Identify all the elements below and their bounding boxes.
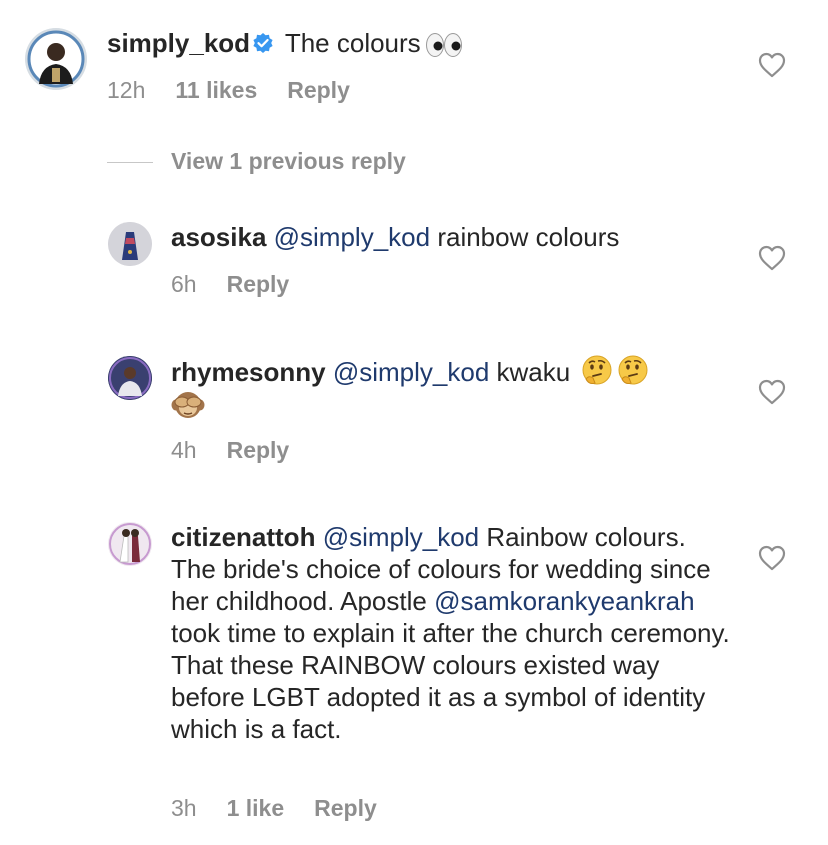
likes-count[interactable]: 11 likes (175, 77, 257, 103)
reply-button[interactable]: Reply (227, 437, 290, 463)
avatar[interactable] (108, 222, 152, 266)
like-heart-icon[interactable] (758, 245, 786, 271)
reply-button[interactable]: Reply (227, 271, 290, 297)
avatar[interactable] (25, 28, 87, 90)
see-no-evil-monkey-emoji-icon (171, 388, 205, 425)
username[interactable]: rhymesonny (171, 357, 326, 387)
mention-link[interactable]: @simply_kod (323, 522, 479, 552)
like-heart-icon[interactable] (758, 545, 786, 571)
username[interactable]: asosika (171, 222, 266, 252)
mention-link[interactable]: @simply_kod (274, 222, 430, 252)
divider-line (107, 162, 153, 164)
thinking-face-emoji-icon (581, 355, 613, 394)
user-photo-icon (108, 222, 152, 266)
reply-button[interactable]: Reply (287, 77, 350, 103)
reply-button[interactable]: Reply (314, 795, 377, 821)
verified-badge-icon (252, 29, 274, 61)
reply-meta: 4h Reply (171, 437, 319, 464)
comment-text: The colours (284, 28, 421, 58)
reply-body: rhymesonny @simply_kod kwaku (171, 355, 649, 394)
comment-meta: 12h 11 likes Reply (107, 77, 380, 104)
reply-text: rainbow colours (437, 222, 620, 252)
reply-body: asosika @simply_kod rainbow colours (171, 221, 619, 253)
username[interactable]: simply_kod (107, 28, 250, 58)
user-photo-icon (108, 522, 152, 566)
eyes-emoji-icon (425, 32, 463, 65)
timestamp: 3h (171, 795, 197, 821)
comment-body: simply_kod The colours (107, 27, 463, 65)
timestamp: 4h (171, 437, 197, 463)
timestamp: 6h (171, 271, 197, 297)
avatar[interactable] (108, 522, 152, 566)
likes-count[interactable]: 1 like (227, 795, 285, 821)
timestamp: 12h (107, 77, 146, 103)
mention-link[interactable]: @simply_kod (333, 357, 489, 387)
mention-link-samkorankyeankrah[interactable]: @samkorankyeankrah (434, 586, 695, 616)
reply-meta: 6h Reply (171, 271, 319, 298)
reply-text: kwaku (496, 357, 571, 387)
like-heart-icon[interactable] (758, 379, 786, 405)
thinking-face-emoji-icon (617, 355, 649, 394)
reply-meta: 3h 1 like Reply (171, 795, 407, 822)
user-photo-icon (25, 28, 87, 90)
reply-body: citizenattoh @simply_kod Rainbow colours… (171, 521, 731, 745)
view-previous-replies[interactable]: View 1 previous reply (107, 148, 406, 175)
reply-text-part2: took time to explain it after the church… (171, 618, 730, 744)
avatar[interactable] (108, 356, 152, 400)
username[interactable]: citizenattoh (171, 522, 315, 552)
view-replies-label: View 1 previous reply (171, 148, 406, 174)
like-heart-icon[interactable] (758, 52, 786, 78)
user-photo-icon (108, 356, 152, 400)
